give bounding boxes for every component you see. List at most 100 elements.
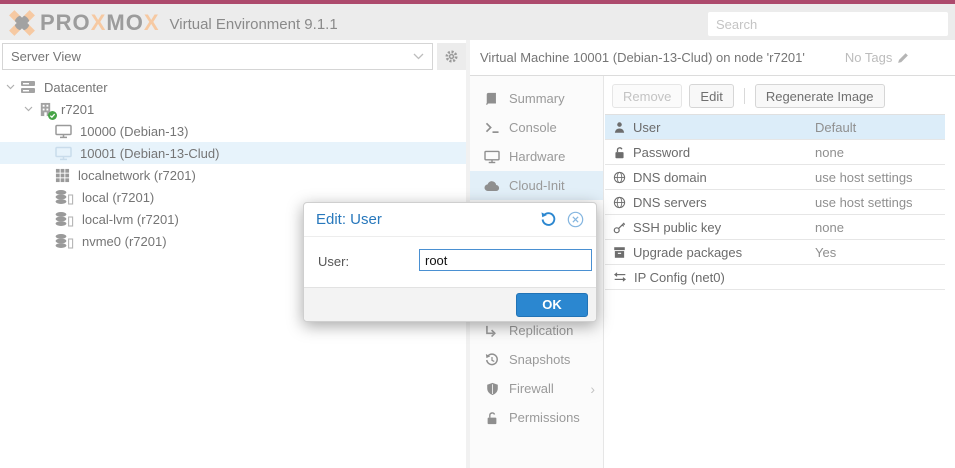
menu-item-label: Replication bbox=[509, 323, 573, 338]
tree-item-label: local-lvm (r7201) bbox=[82, 212, 179, 227]
cloud-init-toolbar: Remove Edit Regenerate Image bbox=[605, 76, 955, 108]
app-header: PROXMOX Virtual Environment 9.1.1 bbox=[0, 0, 955, 40]
table-row-ssh-key[interactable]: SSH public key none bbox=[605, 215, 945, 240]
chevron-down-icon bbox=[413, 53, 424, 60]
row-label: DNS domain bbox=[633, 170, 707, 185]
close-icon[interactable] bbox=[567, 211, 584, 228]
vm-monitor-icon bbox=[55, 124, 72, 139]
ok-button[interactable]: OK bbox=[516, 293, 588, 317]
table-row-dns-domain[interactable]: DNS domain use host settings bbox=[605, 165, 945, 190]
menu-item-label: Hardware bbox=[509, 149, 565, 164]
monitor-icon bbox=[483, 150, 501, 164]
content-header: Virtual Machine 10001 (Debian-13-Clud) o… bbox=[470, 40, 955, 76]
row-value: use host settings bbox=[815, 195, 913, 210]
cloud-init-panel: Remove Edit Regenerate Image User Defaul… bbox=[605, 76, 955, 468]
chevron-down-icon[interactable] bbox=[24, 106, 34, 112]
row-label: Upgrade packages bbox=[633, 245, 742, 260]
row-label: SSH public key bbox=[633, 220, 721, 235]
row-label: IP Config (net0) bbox=[634, 270, 725, 285]
row-value: Yes bbox=[815, 245, 836, 260]
tags-editor[interactable]: No Tags bbox=[845, 50, 909, 65]
unlock-icon bbox=[483, 411, 501, 425]
online-check-icon bbox=[48, 111, 57, 120]
row-label: User bbox=[633, 120, 660, 135]
storage-disks-icon bbox=[55, 189, 74, 205]
remove-button[interactable]: Remove bbox=[612, 84, 682, 108]
menu-item-hardware[interactable]: Hardware bbox=[470, 142, 603, 171]
tree-item-node-r7201[interactable]: r7201 bbox=[0, 98, 466, 120]
toolbar-separator bbox=[744, 88, 745, 104]
view-mode-select[interactable]: Server View bbox=[2, 43, 433, 70]
dialog-body: User: bbox=[304, 237, 596, 287]
network-grid-icon bbox=[55, 168, 70, 183]
dialog-header[interactable]: Edit: User bbox=[304, 203, 596, 237]
row-value: none bbox=[815, 220, 844, 235]
table-row-ip-config-net0[interactable]: IP Config (net0) bbox=[605, 265, 945, 290]
tree-item-label: localnetwork (r7201) bbox=[78, 168, 196, 183]
user-field-input[interactable] bbox=[419, 249, 592, 271]
table-row-user[interactable]: User Default bbox=[605, 115, 945, 140]
chevron-down-icon[interactable] bbox=[6, 84, 16, 90]
tree-item-label: local (r7201) bbox=[82, 190, 154, 205]
tree-item-label: Datacenter bbox=[44, 80, 108, 95]
tree-item-localnetwork[interactable]: localnetwork (r7201) bbox=[0, 164, 466, 186]
row-label: Password bbox=[633, 145, 690, 160]
row-value: Default bbox=[815, 120, 856, 135]
menu-item-label: Permissions bbox=[509, 410, 580, 425]
cloud-icon bbox=[483, 180, 501, 192]
dialog-footer: OK bbox=[304, 287, 596, 321]
tree-settings-button[interactable] bbox=[437, 43, 466, 70]
menu-item-label: Console bbox=[509, 120, 557, 135]
search-input[interactable] bbox=[708, 12, 948, 36]
server-icon bbox=[20, 80, 36, 94]
regenerate-image-button[interactable]: Regenerate Image bbox=[755, 84, 885, 108]
replication-icon bbox=[483, 324, 501, 337]
vm-title: Virtual Machine 10001 (Debian-13-Clud) o… bbox=[480, 50, 805, 65]
tree-item-label: 10001 (Debian-13-Clud) bbox=[80, 146, 219, 161]
exchange-arrows-icon bbox=[613, 271, 627, 283]
menu-item-label: Snapshots bbox=[509, 352, 570, 367]
archive-box-icon bbox=[613, 246, 626, 259]
menu-item-label: Cloud-Init bbox=[509, 178, 565, 193]
table-row-dns-servers[interactable]: DNS servers use host settings bbox=[605, 190, 945, 215]
user-icon bbox=[613, 121, 626, 134]
view-mode-value: Server View bbox=[11, 49, 81, 64]
pencil-icon bbox=[897, 52, 909, 64]
history-icon bbox=[483, 353, 501, 367]
row-value: use host settings bbox=[815, 170, 913, 185]
node-building-icon bbox=[38, 102, 53, 117]
globe-icon bbox=[613, 171, 626, 184]
menu-item-label: Summary bbox=[509, 91, 565, 106]
tree-item-label: 10000 (Debian-13) bbox=[80, 124, 188, 139]
key-icon bbox=[613, 221, 626, 234]
menu-item-firewall[interactable]: Firewall › bbox=[470, 374, 603, 403]
brand-wordmark: PROXMOX bbox=[40, 10, 160, 36]
edit-button[interactable]: Edit bbox=[689, 84, 733, 108]
table-row-password[interactable]: Password none bbox=[605, 140, 945, 165]
vm-monitor-icon bbox=[55, 146, 72, 161]
tree-item-vm-10000[interactable]: 10000 (Debian-13) bbox=[0, 120, 466, 142]
menu-item-label: Firewall bbox=[509, 381, 554, 396]
proxmox-x-icon bbox=[8, 9, 36, 37]
tree-item-datacenter[interactable]: Datacenter bbox=[0, 76, 466, 98]
menu-item-snapshots[interactable]: Snapshots bbox=[470, 345, 603, 374]
reset-button[interactable] bbox=[540, 211, 557, 228]
version-subtitle: Virtual Environment 9.1.1 bbox=[170, 14, 338, 33]
terminal-icon bbox=[483, 121, 501, 134]
menu-item-permissions[interactable]: Permissions bbox=[470, 403, 603, 432]
tree-item-label: nvme0 (r7201) bbox=[82, 234, 167, 249]
tree-item-label: r7201 bbox=[61, 102, 94, 117]
storage-disks-icon bbox=[55, 211, 74, 227]
cloud-init-table: User Default Password none DNS domain us… bbox=[605, 114, 945, 290]
edit-user-dialog: Edit: User User: OK bbox=[303, 202, 597, 322]
gear-icon bbox=[444, 49, 459, 64]
tree-item-vm-10001[interactable]: 10001 (Debian-13-Clud) bbox=[0, 142, 466, 164]
shield-icon bbox=[483, 382, 501, 396]
table-row-upgrade-packages[interactable]: Upgrade packages Yes bbox=[605, 240, 945, 265]
menu-item-cloud-init[interactable]: Cloud-Init bbox=[470, 171, 603, 200]
menu-item-summary[interactable]: Summary bbox=[470, 84, 603, 113]
dialog-title: Edit: User bbox=[316, 211, 382, 228]
proxmox-logo: PROXMOX Virtual Environment 9.1.1 bbox=[8, 9, 338, 37]
storage-disks-icon bbox=[55, 233, 74, 249]
menu-item-console[interactable]: Console bbox=[470, 113, 603, 142]
